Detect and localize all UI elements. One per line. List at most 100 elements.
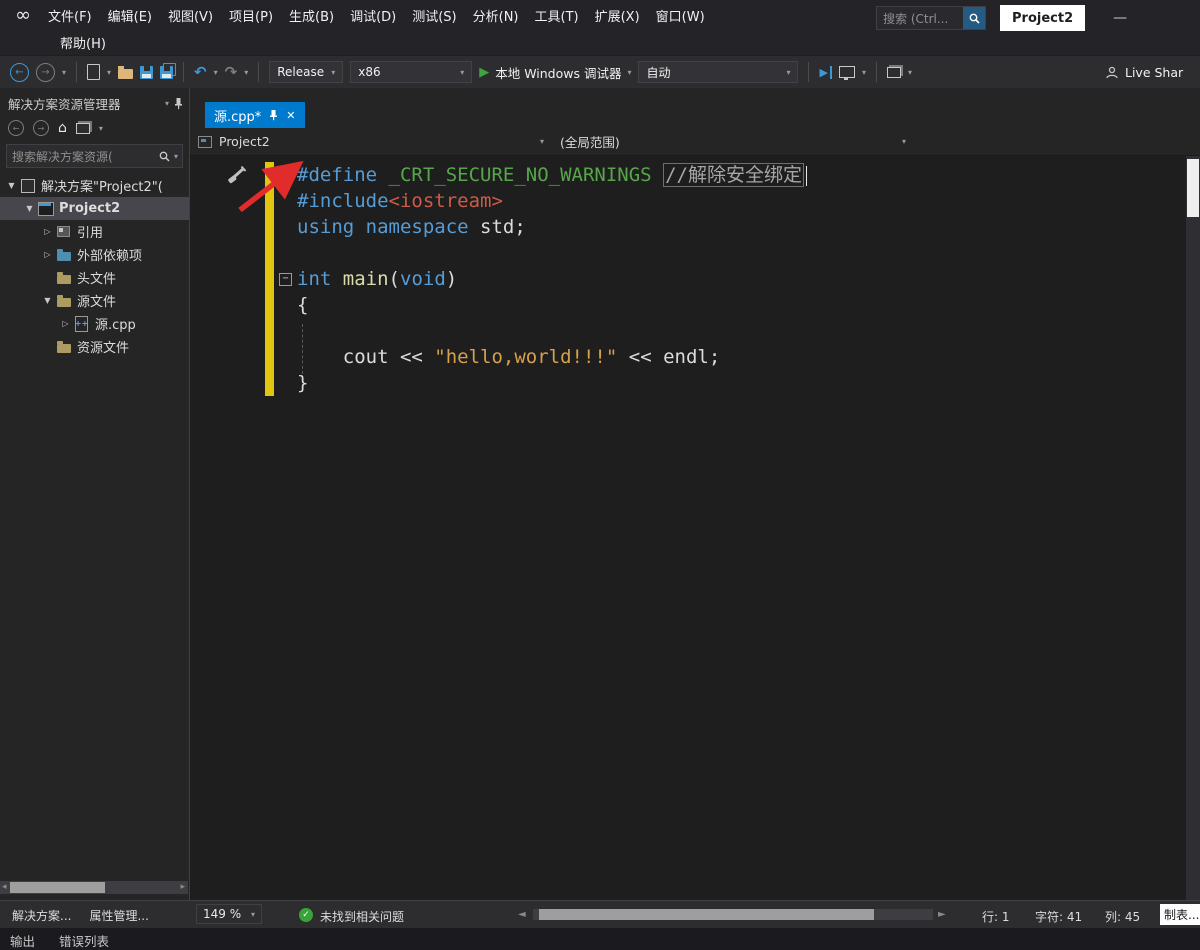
editor-horizontal-scrollbar[interactable] [533, 909, 933, 920]
live-share-button[interactable]: Live Shar [1095, 56, 1200, 89]
save-icon[interactable] [140, 65, 154, 79]
search-options-icon[interactable]: ▾ [174, 152, 178, 161]
code-editor[interactable]: #define _CRT_SECURE_NO_WARNINGS //解除安全绑定… [190, 156, 1200, 901]
collapsed-arrow-icon[interactable]: ▷ [58, 319, 73, 328]
code-line[interactable]: #define _CRT_SECURE_NO_WARNINGS //解除安全绑定 [190, 162, 1200, 188]
tree-item[interactable]: ▼ 解决方案"Project2"( [0, 174, 189, 197]
tree-item[interactable]: ▷ 外部依赖项 [0, 243, 189, 266]
open-file-icon[interactable] [118, 66, 134, 79]
menu-item[interactable]: 调试(D) [342, 3, 404, 28]
panel-tab[interactable]: 属性管理... [89, 907, 148, 924]
menu-item[interactable]: 窗口(W) [648, 3, 713, 28]
tree-item[interactable]: 头文件 [0, 266, 189, 289]
code-line[interactable] [190, 240, 1200, 266]
tree-item[interactable]: ▼ Project2 [0, 197, 189, 220]
navigate-forward-icon[interactable]: → [36, 62, 55, 82]
navigate-dropdown-icon[interactable]: ▾ [62, 68, 66, 77]
chevron-down-icon: ▾ [627, 67, 632, 77]
document-tab[interactable]: 源.cpp* ✕ [205, 102, 305, 128]
navigate-back-icon[interactable]: ← [10, 62, 29, 82]
tree-item[interactable]: 资源文件 [0, 335, 189, 358]
search-icon[interactable] [963, 7, 985, 29]
code-line[interactable] [190, 318, 1200, 344]
expanded-arrow-icon[interactable]: ▼ [4, 181, 19, 190]
menu-item[interactable]: 帮助(H) [52, 30, 114, 55]
zoom-select[interactable]: 149 % ▾ [196, 904, 262, 924]
scope-dropdown[interactable]: (全局范围) ▾ [552, 132, 914, 151]
expanded-arrow-icon[interactable]: ▼ [22, 204, 37, 213]
tree-item[interactable]: ▷ ++ 源.cpp [0, 312, 189, 335]
menu-item[interactable]: 项目(P) [221, 3, 281, 28]
scroll-left-icon[interactable]: ◄ [518, 909, 526, 920]
minimize-button[interactable]: — [1099, 10, 1141, 26]
collapse-minus-icon[interactable]: − [279, 272, 292, 286]
menu-item[interactable]: 生成(B) [281, 3, 342, 28]
attach-select[interactable]: 自动 ▾ [638, 61, 799, 83]
change-tracking-bar [265, 214, 274, 240]
start-debugging-button[interactable]: ▶ 本地 Windows 调试器 ▾ [479, 63, 631, 82]
close-icon[interactable]: ✕ [286, 109, 295, 122]
menu-item[interactable]: 工具(T) [527, 3, 587, 28]
expanded-arrow-icon[interactable]: ▼ [40, 296, 55, 305]
code-line[interactable]: #include<iostream> [190, 188, 1200, 214]
panel-tab[interactable]: 解决方案... [12, 907, 71, 924]
collapsed-arrow-icon[interactable]: ▷ [40, 227, 55, 236]
health-check-icon[interactable]: ✓ [299, 908, 313, 922]
views-dropdown-icon[interactable]: ▾ [99, 124, 103, 133]
code-text: cout << "hello,world!!!" << endl; [297, 344, 721, 370]
tree-item[interactable]: ▼ 源文件 [0, 289, 189, 312]
sidebar-horizontal-scrollbar[interactable]: ◂ ▸ [0, 881, 188, 894]
configuration-select[interactable]: Release ▾ [269, 61, 344, 83]
new-file-dropdown-icon[interactable]: ▾ [107, 68, 111, 77]
fold-collapse-button[interactable]: − [274, 266, 297, 292]
home-icon[interactable]: ⌂ [58, 120, 67, 136]
new-file-icon[interactable] [87, 64, 101, 80]
undo-icon[interactable]: ↶ [194, 63, 207, 81]
debug-target-icon[interactable]: ▶ [819, 65, 832, 79]
output-tab[interactable]: 输出 [10, 931, 35, 950]
switch-views-icon[interactable] [75, 122, 90, 134]
tabs-mode-indicator[interactable]: 制表... [1160, 904, 1200, 925]
code-line[interactable]: using namespace std; [190, 214, 1200, 240]
layout-dropdown-icon[interactable]: ▾ [908, 68, 912, 77]
quick-actions-screwdriver-icon[interactable] [226, 162, 250, 191]
editor-vertical-scrollbar[interactable] [1186, 156, 1200, 901]
collapsed-arrow-icon[interactable]: ▷ [40, 250, 55, 259]
scroll-left-icon[interactable]: ◂ [2, 882, 7, 892]
project-dropdown[interactable]: Project2 ▾ [190, 134, 552, 149]
menu-item[interactable]: 分析(N) [465, 3, 527, 28]
project-title-button[interactable]: Project2 [1000, 5, 1086, 31]
pin-icon[interactable] [174, 97, 183, 110]
scroll-right-icon[interactable]: ► [938, 909, 946, 920]
menu-item[interactable]: 文件(F) [40, 3, 100, 28]
undo-dropdown-icon[interactable]: ▾ [214, 68, 218, 77]
scrollbar-thumb[interactable] [539, 909, 874, 920]
platform-select[interactable]: x86 ▾ [350, 61, 473, 83]
code-line[interactable]: cout << "hello,world!!!" << endl; [190, 344, 1200, 370]
menu-item[interactable]: 视图(V) [160, 3, 221, 28]
monitor-dropdown-icon[interactable]: ▾ [862, 68, 866, 77]
menu-item[interactable]: 测试(S) [404, 3, 464, 28]
code-text: #define _CRT_SECURE_NO_WARNINGS //解除安全绑定 [297, 162, 808, 188]
code-line[interactable]: } [190, 370, 1200, 396]
code-line[interactable]: − int main(void) [190, 266, 1200, 292]
code-line[interactable]: { [190, 292, 1200, 318]
tree-item[interactable]: ▷ 引用 [0, 220, 189, 243]
scroll-right-icon[interactable]: ▸ [180, 882, 185, 892]
preview-monitor-icon[interactable] [838, 66, 855, 80]
scrollbar-thumb[interactable] [1187, 159, 1199, 217]
pin-icon[interactable] [269, 109, 278, 121]
menu-item[interactable]: 编辑(E) [100, 3, 160, 28]
scrollbar-thumb[interactable] [10, 882, 105, 893]
search-icon[interactable] [159, 151, 170, 162]
panel-menu-icon[interactable]: ▾ [165, 99, 169, 108]
explorer-forward-icon[interactable]: → [33, 120, 49, 136]
output-tab[interactable]: 错误列表 [59, 931, 109, 950]
solution-search-box[interactable]: 搜索解决方案资源( ▾ [6, 144, 183, 168]
explorer-back-icon[interactable]: ← [8, 120, 24, 136]
quick-launch-search[interactable]: 搜索 (Ctrl... [876, 6, 986, 30]
window-layout-icon[interactable] [886, 66, 901, 78]
menu-item[interactable]: 扩展(X) [587, 3, 648, 28]
save-all-icon[interactable] [160, 65, 174, 79]
document-tab-label: 源.cpp* [214, 109, 262, 125]
